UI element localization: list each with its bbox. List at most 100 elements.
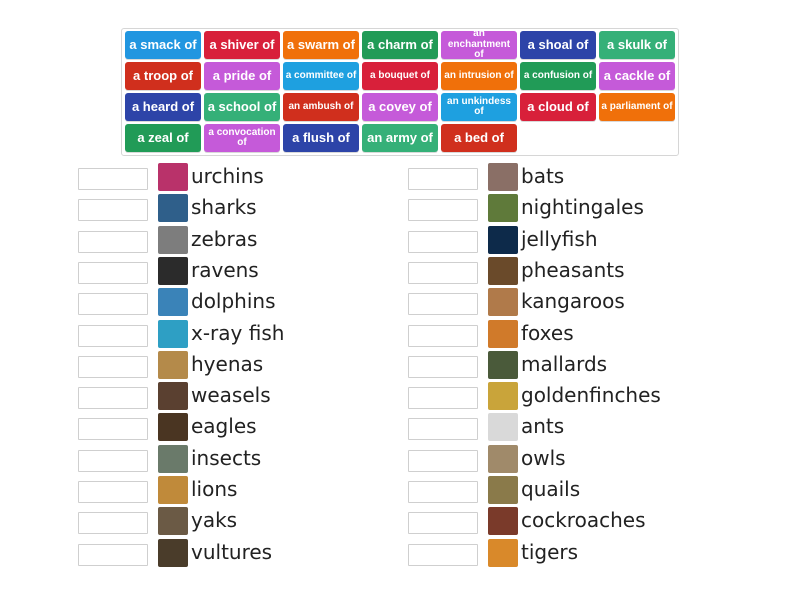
answer-tile-label: a skulk of: [607, 37, 667, 53]
drop-slot[interactable]: [78, 199, 148, 222]
answer-tile[interactable]: a confusion of: [520, 62, 596, 90]
answer-tile[interactable]: a parliament of: [599, 93, 675, 121]
raven-image: [158, 256, 188, 285]
drop-slot[interactable]: [78, 418, 148, 441]
answer-tile[interactable]: a heard of: [125, 93, 201, 121]
answer-tile-label: a zeal of: [137, 130, 189, 146]
answer-tile-label: a charm of: [367, 37, 433, 53]
answer-tile[interactable]: a bed of: [441, 124, 517, 152]
answer-tile[interactable]: a swarm of: [283, 31, 359, 59]
weasel-image: [158, 382, 188, 411]
animal-name: x-ray fish: [191, 320, 285, 345]
animal-name: mallards: [521, 351, 608, 376]
drop-slot[interactable]: [408, 481, 478, 503]
drop-slot[interactable]: [78, 387, 148, 410]
lion-image: [158, 476, 188, 504]
animal-name: ravens: [191, 257, 259, 282]
answer-tile[interactable]: a school of: [204, 93, 280, 121]
match-row: foxes: [408, 319, 728, 349]
match-row: vultures: [78, 538, 398, 568]
answer-tile[interactable]: a committee of: [283, 62, 359, 90]
match-row: quails: [408, 476, 728, 505]
answer-tile[interactable]: a skulk of: [599, 31, 675, 59]
drop-slot[interactable]: [78, 261, 148, 284]
answer-tile[interactable]: a shiver of: [204, 31, 280, 59]
answer-tile-label: a cackle of: [603, 68, 671, 84]
drop-slot[interactable]: [408, 324, 478, 347]
answer-tile[interactable]: a pride of: [204, 62, 280, 90]
animal-name: eagles: [191, 414, 257, 439]
drop-slot[interactable]: [408, 230, 478, 253]
answer-tile[interactable]: a shoal of: [520, 31, 596, 59]
drop-slot[interactable]: [78, 449, 148, 472]
answer-tile-label: a confusion of: [523, 69, 593, 81]
drop-slot[interactable]: [408, 449, 478, 472]
answer-tile[interactable]: an enchantment of: [441, 29, 517, 60]
answer-tile[interactable]: an intrusion of: [441, 62, 517, 90]
match-row: ravens: [78, 256, 398, 286]
drop-slot[interactable]: [408, 355, 478, 378]
match-row: sharks: [78, 194, 398, 223]
answer-tile[interactable]: a smack of: [125, 31, 201, 59]
ant-image: [488, 413, 518, 442]
match-row: kangaroos: [408, 288, 728, 317]
answer-tile[interactable]: an unkindess of: [441, 93, 517, 121]
animal-name: lions: [191, 477, 238, 501]
answer-tile[interactable]: a bouquet of: [362, 62, 438, 90]
answer-tile[interactable]: a convocation of: [204, 124, 280, 152]
answer-tile-label: a bed of: [454, 130, 504, 146]
drop-slot[interactable]: [408, 168, 478, 190]
answer-tile-label: a convocation of: [208, 126, 276, 148]
drop-slot[interactable]: [408, 512, 478, 535]
drop-slot[interactable]: [408, 261, 478, 284]
animal-name: vultures: [191, 539, 273, 564]
drop-slot[interactable]: [78, 230, 148, 253]
drop-slot[interactable]: [78, 355, 148, 378]
drop-slot[interactable]: [78, 293, 148, 316]
match-row: eagles: [78, 413, 398, 442]
drop-slot[interactable]: [78, 168, 148, 190]
match-row: hyenas: [78, 350, 398, 380]
animal-name: weasels: [191, 383, 271, 408]
answer-tile[interactable]: a flush of: [283, 124, 359, 152]
match-row: cockroaches: [408, 507, 728, 536]
animal-name: foxes: [521, 320, 574, 345]
answer-tile[interactable]: a covey of: [362, 93, 438, 121]
drop-slot[interactable]: [78, 512, 148, 535]
match-row: ants: [408, 413, 728, 442]
drop-slot[interactable]: [78, 324, 148, 347]
answer-tile[interactable]: a zeal of: [125, 124, 201, 152]
answer-tile[interactable]: a cackle of: [599, 62, 675, 90]
drop-slot[interactable]: [78, 543, 148, 566]
answer-tile-label: a school of: [207, 99, 277, 115]
nightingale-image: [488, 194, 518, 223]
tiger-image: [488, 538, 518, 567]
drop-slot[interactable]: [408, 543, 478, 566]
answer-tile-label: a troop of: [133, 68, 193, 84]
answer-tile[interactable]: a cloud of: [520, 93, 596, 121]
answer-tile-label: a committee of: [285, 69, 357, 81]
drop-slot[interactable]: [408, 387, 478, 410]
animal-name: nightingales: [521, 195, 644, 220]
match-row: pheasants: [408, 256, 728, 286]
answer-tile[interactable]: a troop of: [125, 62, 201, 90]
answer-tile[interactable]: a charm of: [362, 31, 438, 59]
insect-image: [158, 444, 188, 473]
drop-slot[interactable]: [408, 293, 478, 316]
drop-slot[interactable]: [408, 199, 478, 222]
answer-tile-label: an army of: [367, 130, 433, 146]
yak-image: [158, 507, 188, 536]
drop-slot[interactable]: [408, 418, 478, 441]
drop-slot[interactable]: [78, 481, 148, 503]
answer-tile-label: a swarm of: [287, 37, 355, 53]
mallard-image: [488, 350, 518, 379]
match-row: dolphins: [78, 288, 398, 317]
answer-tile[interactable]: an ambush of: [283, 93, 359, 121]
answer-tile[interactable]: an army of: [362, 124, 438, 152]
answer-tile-label: a flush of: [292, 130, 350, 146]
answer-tile-label: a shiver of: [209, 37, 275, 53]
answer-tile-label: an intrusion of: [444, 69, 514, 81]
goldfinch-image: [488, 382, 518, 411]
match-row: weasels: [78, 382, 398, 411]
animal-name: goldenfinches: [521, 383, 661, 408]
